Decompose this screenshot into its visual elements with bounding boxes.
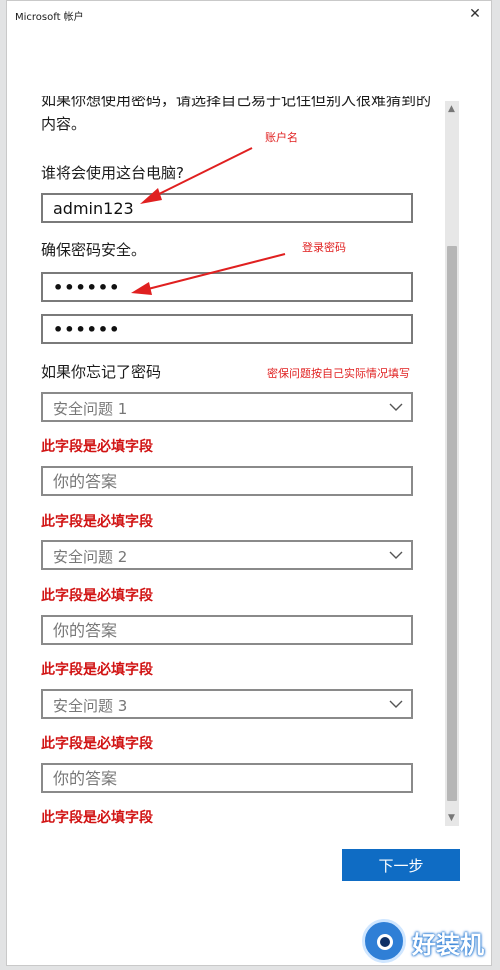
select-placeholder: 安全问题 3 [53,697,128,715]
next-button[interactable]: 下一步 [342,849,460,881]
vertical-scrollbar[interactable]: ▲ ▼ [445,101,459,826]
microsoft-account-dialog: Microsoft 帐户 ✕ 如果你想使用密码，请选择自己易于记住但别人很难猜到… [6,0,492,966]
security-question-3-select[interactable]: 安全问题 3 [41,689,413,719]
annotation-password: 登录密码 [302,241,346,254]
security-question-1-select[interactable]: 安全问题 1 [41,392,413,422]
scroll-up-icon[interactable]: ▲ [448,104,455,114]
scrollbar-thumb[interactable] [447,246,457,801]
password-label: 确保密码安全。 [41,241,147,259]
window-title: Microsoft 帐户 [15,12,84,23]
watermark-logo: 好装机 [360,915,490,967]
close-icon[interactable]: ✕ [463,3,487,25]
title-bar: Microsoft 帐户 ✕ [7,1,491,29]
required-error: 此字段是必填字段 [41,588,153,604]
account-label: 谁将会使用这台电脑? [41,164,184,182]
eye-icon [377,934,393,950]
chevron-down-icon [389,403,403,411]
security-label: 如果你忘记了密码 [41,363,162,381]
chevron-down-icon [389,551,403,559]
select-placeholder: 安全问题 2 [53,548,128,566]
required-error: 此字段是必填字段 [41,662,153,678]
watermark-text: 好装机 [412,931,484,959]
annotation-username: 账户名 [265,131,298,144]
answer-3-input[interactable] [41,763,413,793]
password-input[interactable] [41,272,413,302]
answer-1-input[interactable] [41,466,413,496]
form-scroll-area: 如果你想使用密码，请选择自己易于记住但别人很难猜到的内容。 谁将会使用这台电脑?… [7,96,493,831]
password-hint-text: 如果你想使用密码，请选择自己易于记住但别人很难猜到的内容。 [41,96,432,133]
select-placeholder: 安全问题 1 [53,400,128,418]
username-input[interactable] [41,193,413,223]
chevron-down-icon [389,700,403,708]
annotation-security: 密保问题按自己实际情况填写 [267,367,410,380]
security-question-2-select[interactable]: 安全问题 2 [41,540,413,570]
required-error: 此字段是必填字段 [41,514,153,530]
scroll-down-icon[interactable]: ▼ [448,813,455,823]
required-error: 此字段是必填字段 [41,810,153,826]
answer-2-input[interactable] [41,615,413,645]
required-error: 此字段是必填字段 [41,439,153,455]
eye-logo-icon [362,919,406,963]
confirm-password-input[interactable] [41,314,413,344]
required-error: 此字段是必填字段 [41,736,153,752]
